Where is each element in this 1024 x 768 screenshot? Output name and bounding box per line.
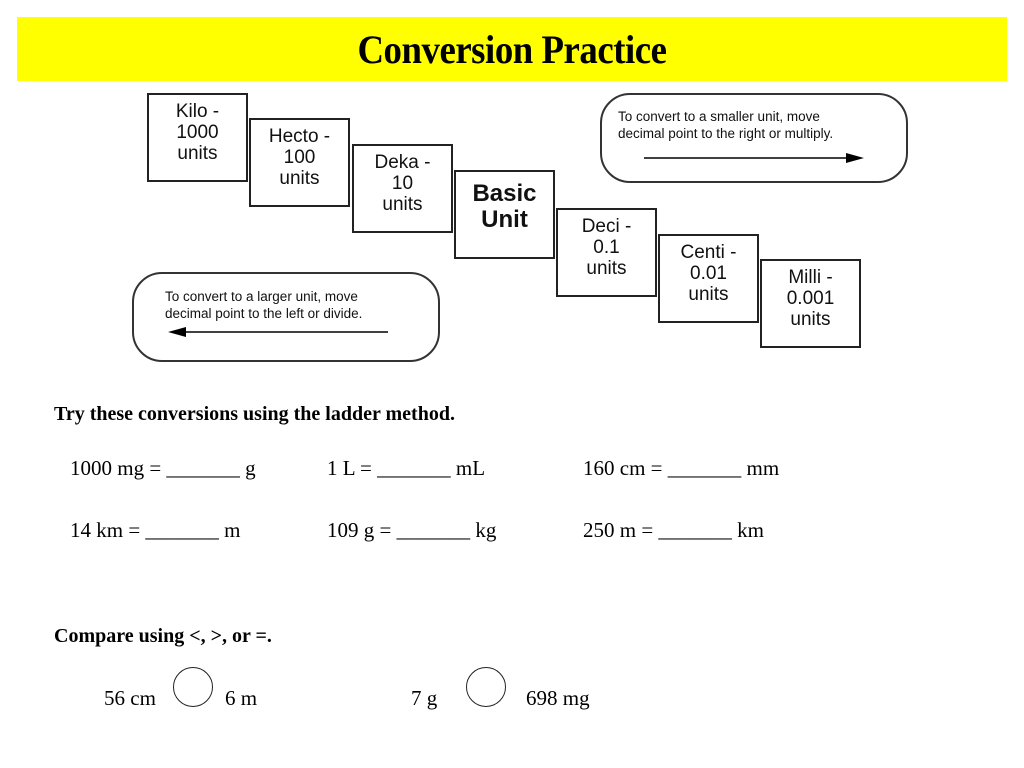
step-line: Hecto - (268, 126, 331, 147)
step-line: Milli - (788, 267, 833, 288)
larger-unit-note: To convert to a larger unit, move decima… (132, 272, 440, 362)
ladder-step-basic-unit: Basic Unit (454, 170, 555, 259)
step-line: units (790, 309, 831, 330)
step-line: units (279, 168, 320, 189)
step-line: 0.1 (593, 237, 620, 258)
compare-right-value: 698 mg (526, 686, 590, 710)
step-line: Centi - (680, 242, 737, 263)
compare-left-value: 56 cm (104, 686, 156, 710)
step-line: 0.01 (690, 263, 727, 284)
step-line: Deci - (581, 216, 632, 237)
compare-heading: Compare using <, >, or =. (54, 625, 272, 647)
conversions-heading: Try these conversions using the ladder m… (54, 403, 455, 425)
conversion-problem: 1000 mg = _______ g (70, 456, 256, 480)
smaller-unit-note: To convert to a smaller unit, move decim… (600, 93, 908, 183)
step-line: 1000 (176, 122, 219, 143)
step-line: Kilo - (175, 101, 220, 122)
compare-right-value: 6 m (225, 686, 258, 710)
page-title: Conversion Practice (357, 26, 667, 72)
step-line: 100 (283, 147, 316, 168)
step-line: 0.001 (786, 288, 835, 309)
ladder-step-deci: Deci - 0.1 units (556, 208, 657, 297)
step-line: units (382, 194, 423, 215)
ladder-step-deka: Deka - 10 units (352, 144, 453, 233)
ladder-step-milli: Milli - 0.001 units (760, 259, 861, 348)
ladder-step-kilo: Kilo - 1000 units (147, 93, 248, 182)
step-line: Basic (472, 180, 537, 207)
conversion-problem: 1 L = _______ mL (327, 456, 486, 480)
ladder-step-hecto: Hecto - 100 units (249, 118, 350, 207)
right-arrow-icon (644, 153, 864, 163)
conversion-problem: 14 km = _______ m (70, 518, 241, 542)
conversion-problem: 250 m = _______ km (583, 518, 765, 542)
compare-answer-circle[interactable] (173, 667, 213, 707)
compare-answer-circle[interactable] (466, 667, 506, 707)
ladder-step-centi: Centi - 0.01 units (658, 234, 759, 323)
title-bar: Conversion Practice (17, 17, 1007, 81)
step-line: units (177, 143, 218, 164)
step-line: Deka - (374, 152, 431, 173)
compare-left-value: 7 g (411, 686, 438, 710)
step-line: Unit (481, 206, 528, 233)
step-line: units (688, 284, 729, 305)
step-line: units (586, 258, 627, 279)
step-line: 10 (391, 173, 414, 194)
conversion-problem: 109 g = _______ kg (327, 518, 497, 542)
conversion-problem: 160 cm = _______ mm (583, 456, 780, 480)
left-arrow-icon (168, 327, 388, 337)
